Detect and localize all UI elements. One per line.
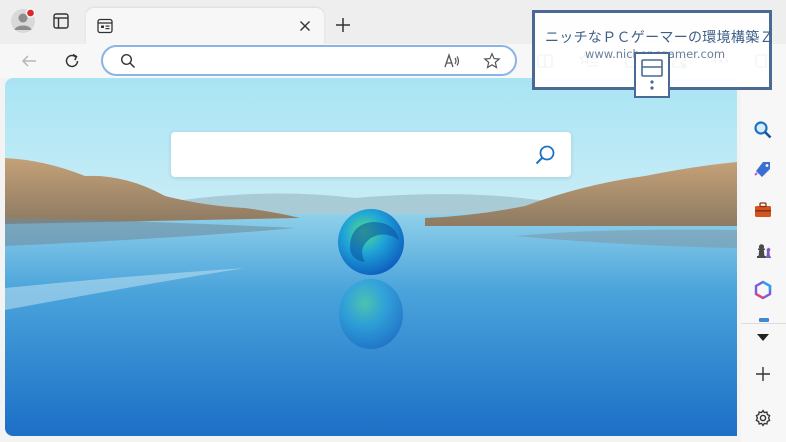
sidebar-item-partial <box>759 318 769 322</box>
plus-icon <box>336 18 350 32</box>
profile-avatar-icon <box>11 8 36 33</box>
sidebar-item-tools[interactable] <box>749 196 777 224</box>
tag-icon <box>754 162 770 177</box>
ntp-search-input[interactable] <box>185 144 515 164</box>
search-icon[interactable] <box>533 143 557 167</box>
tab-actions-button[interactable] <box>46 6 76 36</box>
add-favorite-button[interactable] <box>483 52 501 70</box>
back-button[interactable] <box>15 47 43 75</box>
edge-sidebar <box>741 78 786 442</box>
new-tab-page <box>5 78 737 436</box>
sidebar-item-microsoft-365[interactable] <box>749 276 777 304</box>
gear-icon <box>755 409 771 427</box>
search-icon <box>754 121 772 139</box>
tab-actions-icon <box>53 13 69 29</box>
sidebar-settings-button[interactable] <box>749 404 777 432</box>
search-icon <box>119 52 137 70</box>
sidebar-item-search[interactable] <box>749 116 777 144</box>
watermark-title: ニッチなＰＣゲーマーの環境構築Ｚ <box>545 30 774 46</box>
new-tab-page-icon <box>97 18 113 34</box>
m365-icon <box>754 280 772 300</box>
sidebar-more-button[interactable] <box>749 324 777 352</box>
sidebar-add-button[interactable] <box>749 360 777 388</box>
watermark-device-icon <box>634 52 670 98</box>
plus-icon <box>756 367 770 381</box>
chess-icon <box>757 244 771 258</box>
ntp-search-box[interactable] <box>171 132 571 177</box>
refresh-button[interactable] <box>58 47 86 75</box>
close-icon <box>300 21 310 31</box>
sidebar-item-shopping[interactable] <box>749 156 777 184</box>
tab-close-button[interactable] <box>296 17 314 35</box>
refresh-icon <box>65 53 79 68</box>
read-aloud-icon <box>444 52 460 68</box>
address-input[interactable] <box>143 51 433 71</box>
new-tab-button[interactable] <box>330 12 356 38</box>
profile-button[interactable] <box>8 6 38 36</box>
chevron-down-icon <box>757 334 769 341</box>
address-bar[interactable] <box>101 45 517 76</box>
arrow-left-icon <box>21 55 36 67</box>
sidebar-item-games[interactable] <box>749 236 777 264</box>
read-aloud-button[interactable] <box>443 52 461 70</box>
toolbox-icon <box>755 202 771 217</box>
tab-new-tab[interactable] <box>86 8 324 44</box>
star-icon <box>483 52 501 69</box>
